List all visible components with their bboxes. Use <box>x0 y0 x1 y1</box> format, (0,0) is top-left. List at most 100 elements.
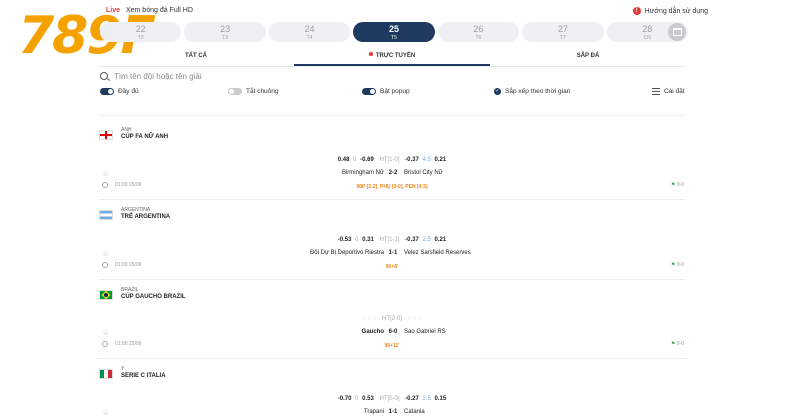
odds-value: 0.15 <box>434 396 447 402</box>
date-weekday: T2 <box>137 35 144 41</box>
league-name: SERIE C ITALIA <box>121 373 166 379</box>
corner-value: 0-0 <box>676 262 684 268</box>
match-score: 2-2 <box>388 170 398 176</box>
date-26[interactable]: 26 T6 <box>437 22 520 42</box>
filter-bar: Đầy đủ Tắt chuông Bật popup ✓ Sắp xếp th… <box>98 88 686 100</box>
toggle-mute[interactable]: Tắt chuông <box>228 88 279 95</box>
star-icon[interactable]: ☆ <box>102 249 109 258</box>
away-team: Sao Gabriel RS <box>404 329 446 335</box>
settings-label: Cài đặt <box>664 88 685 95</box>
divider <box>98 115 686 116</box>
match-row[interactable]: -0.53 0 0.31 HT[1-1] -0.37 2.5 0.21 ☆ Độ… <box>98 237 686 277</box>
odds-handicap: 0 <box>355 396 359 402</box>
home-team: Birmingham Nữ <box>341 170 384 176</box>
date-day: 26 <box>473 24 484 34</box>
toggle-switch[interactable] <box>362 88 376 95</box>
toggle-switch[interactable] <box>100 88 114 95</box>
check-icon: ✓ <box>494 88 501 95</box>
live-dot-icon <box>368 52 373 56</box>
home-team: Trapani <box>363 409 384 415</box>
match-score: 6-0 <box>388 329 398 335</box>
date-day: 22 <box>135 24 146 34</box>
corner-value: 0-0 <box>676 341 684 347</box>
match-status: 90+8' <box>385 264 399 270</box>
league-header[interactable]: Ý SERIE C ITALIA <box>98 366 686 390</box>
league-name: CÚP FA NỮ ANH <box>121 134 169 140</box>
league-header[interactable]: ARGENTINA TRẺ ARGENTINA <box>98 207 686 231</box>
date-day: 23 <box>220 24 231 34</box>
search-input[interactable]: Tìm tên đội hoặc tên giải <box>114 72 202 81</box>
league-name: TRẺ ARGENTINA <box>121 214 171 220</box>
match-score: 1-1 <box>388 250 398 256</box>
halftime-score: HT[0-0] <box>379 396 400 402</box>
star-icon[interactable]: ☆ <box>102 328 109 337</box>
date-weekday: T3 <box>222 35 229 41</box>
league-country: Ý <box>121 366 125 372</box>
tab-upcoming[interactable]: SẮP ĐÁ <box>490 50 686 66</box>
live-banner[interactable]: Live Xem bóng đá Full HD <box>106 7 193 14</box>
home-team: Đội Dự Bị Deportivo Riestra <box>309 250 384 256</box>
match-row[interactable]: 0.48 0 -0.69 HT[1-0] -0.37 4.5 0.21 ☆ Bi… <box>98 157 686 197</box>
date-day: 25 <box>388 24 399 34</box>
argentina-flag-icon <box>99 210 113 220</box>
date-weekday: T4 <box>306 35 313 41</box>
watch-link[interactable]: Xem bóng đá Full HD <box>126 7 193 14</box>
tab-bar: TẤT CẢ TRỰC TUYẾN SẮP ĐÁ <box>98 50 686 66</box>
divider <box>98 199 686 200</box>
toggle-full[interactable]: Đầy đủ <box>100 88 139 95</box>
home-team: Gaucho <box>361 329 384 335</box>
toggle-popup[interactable]: Bật popup <box>362 88 410 95</box>
odds-value: 0.21 <box>434 157 447 163</box>
live-label: Live <box>106 7 121 14</box>
away-team: Velez Sarsfield Reserves <box>404 250 471 256</box>
league-header[interactable]: ANH CÚP FA NỮ ANH <box>98 127 686 151</box>
toggle-switch[interactable] <box>228 88 242 95</box>
corner-count: ⚑ 0-0 <box>671 182 684 188</box>
odds-value: 0.48 <box>337 157 350 163</box>
search-bar[interactable]: Tìm tên đội hoặc tên giải <box>100 70 688 82</box>
italy-flag-icon <box>99 369 113 379</box>
guide-link[interactable]: ! Hướng dẫn sử dụng <box>632 7 708 15</box>
league-header[interactable]: BRAZIL CÚP GAUCHO BRAZIL <box>98 287 686 311</box>
date-weekday: T5 <box>391 35 397 41</box>
date-day: 27 <box>557 24 568 34</box>
calendar-icon[interactable] <box>668 23 686 41</box>
date-27[interactable]: 27 T7 <box>522 22 604 42</box>
match-status: 90+11' <box>384 343 400 349</box>
odds-value: -0.37 <box>405 157 419 163</box>
odds-value: 0.21 <box>434 237 447 243</box>
tab-live[interactable]: TRỰC TUYẾN <box>294 50 490 66</box>
star-icon[interactable]: ☆ <box>102 169 109 178</box>
match-row[interactable]: ◌ ◌ ◌ HT[2-0] ◌ ◌ ◌ ☆ Gaucho 6-0 Sao Gab… <box>98 316 686 356</box>
toggle-full-label: Đầy đủ <box>118 88 139 95</box>
divider <box>98 358 686 359</box>
date-25[interactable]: 25 T5 <box>353 22 435 42</box>
brazil-flag-icon <box>99 290 113 300</box>
date-22[interactable]: 22 T2 <box>100 22 182 42</box>
match-row[interactable]: -0.70 0 0.53 HT[0-0] -0.27 2.5 0.15 ☆ Tr… <box>98 396 686 418</box>
guide-label: Hướng dẫn sử dụng <box>644 7 708 15</box>
tab-all[interactable]: TẤT CẢ <box>98 50 294 66</box>
league-country: BRAZIL <box>121 287 139 293</box>
date-weekday: T7 <box>559 35 566 41</box>
star-icon[interactable]: ☆ <box>102 408 109 417</box>
odds-value: -0.69 <box>360 157 374 163</box>
odds-total: 2.5 <box>422 237 431 243</box>
date-24[interactable]: 24 T4 <box>268 22 351 42</box>
tab-divider <box>98 66 686 67</box>
odds-value: 0.53 <box>362 396 374 402</box>
match-score: 1-1 <box>388 409 398 415</box>
date-23[interactable]: 23 T3 <box>184 22 266 42</box>
settings-button[interactable]: Cài đặt <box>652 88 685 95</box>
league-country: ANH <box>121 127 132 133</box>
warning-icon: ! <box>632 7 641 15</box>
toggle-mute-label: Tắt chuông <box>246 88 279 95</box>
odds-value: -0.27 <box>405 396 419 402</box>
odds-value: 0.31 <box>362 237 374 243</box>
halftime-score: HT[1-0] <box>379 157 400 163</box>
away-team: Catania <box>404 409 425 415</box>
odds-handicap: 0 <box>353 157 357 163</box>
odds-handicap: 0 <box>355 237 359 243</box>
sort-by-time[interactable]: ✓ Sắp xếp theo thời gian <box>494 88 570 95</box>
odds-total: 4.5 <box>422 157 431 163</box>
